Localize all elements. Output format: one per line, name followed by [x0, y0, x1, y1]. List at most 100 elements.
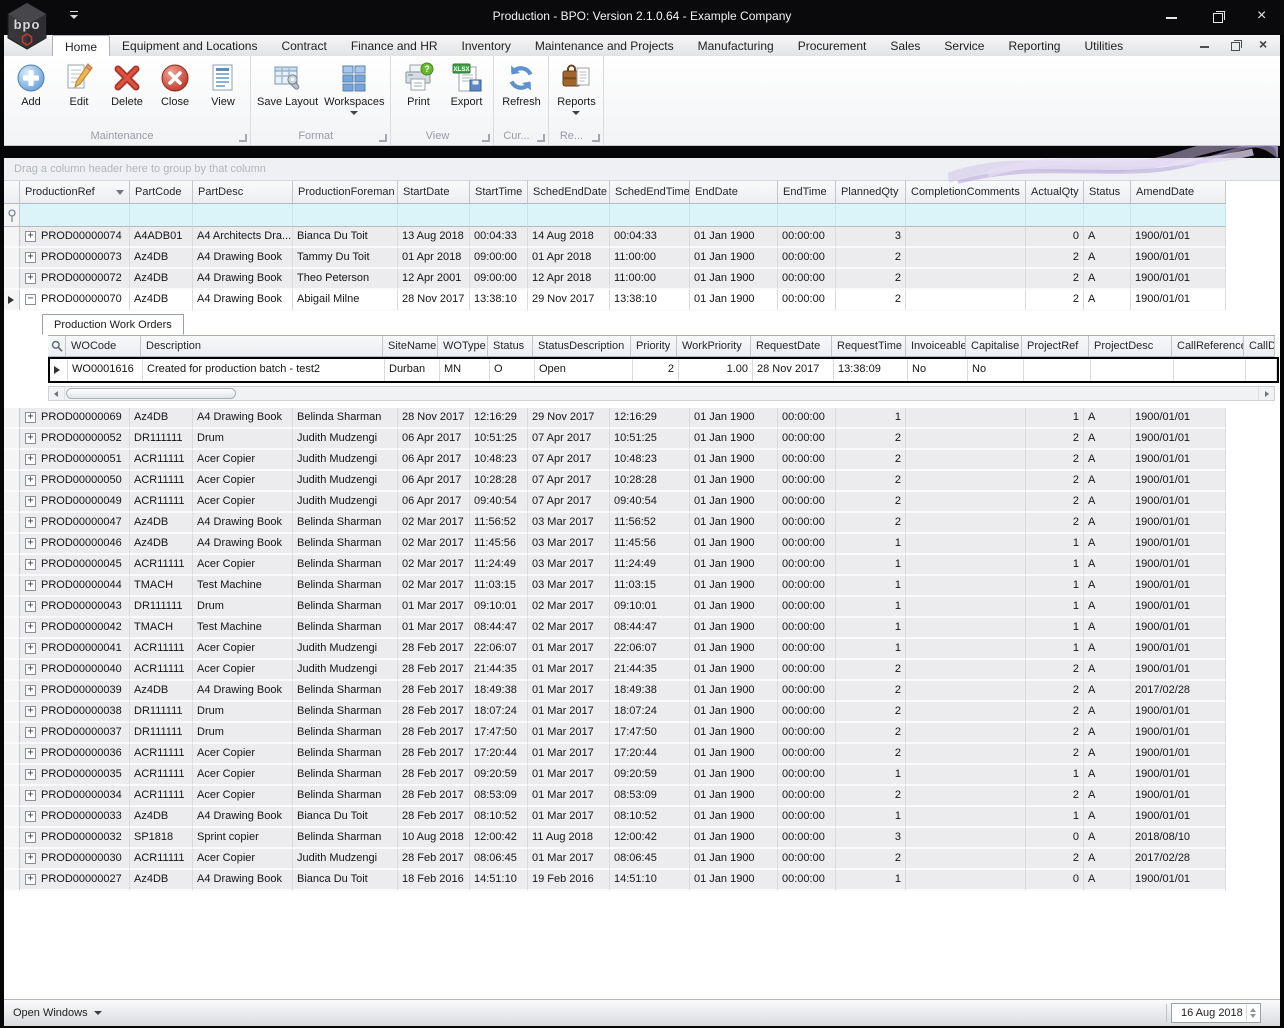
table-row[interactable]: + PROD00000073 Az4DB A4 Drawing Book Tammy D… [4, 248, 1226, 269]
tab-procurement[interactable]: Procurement [786, 35, 879, 56]
column-header-actualqty[interactable]: ActualQty [1026, 181, 1084, 204]
table-row[interactable]: + PROD00000051 ACR11111 Acer Copier Judith M… [4, 450, 1226, 471]
date-spinner-icon[interactable] [1246, 1005, 1259, 1021]
subgrid-column-header-priority[interactable]: Priority [631, 336, 677, 357]
table-row[interactable]: + PROD00000037 DR111111 Drum Belinda Sharman… [4, 723, 1226, 744]
expand-icon[interactable]: + [25, 538, 36, 549]
scroll-left-icon[interactable] [49, 387, 65, 400]
column-header-endtime[interactable]: EndTime [778, 181, 836, 204]
tab-service[interactable]: Service [932, 35, 996, 56]
table-row[interactable]: + PROD00000041 ACR11111 Acer Copier Judith M… [4, 639, 1226, 660]
maximize-button[interactable] [1210, 9, 1226, 25]
filter-cell-productionforeman[interactable] [293, 204, 398, 227]
table-row[interactable]: + PROD00000038 DR111111 Drum Belinda Sharman… [4, 702, 1226, 723]
expand-icon[interactable]: + [25, 643, 36, 654]
group-dialog-launcher-icon[interactable] [537, 134, 546, 142]
column-header-enddate[interactable]: EndDate [690, 181, 778, 204]
table-row[interactable]: + PROD00000040 ACR11111 Acer Copier Judith M… [4, 660, 1226, 681]
subgrid-column-header-capitalise[interactable]: Capitalise [966, 336, 1022, 357]
expand-icon[interactable]: + [25, 853, 36, 864]
table-row[interactable]: + PROD00000052 DR111111 Drum Judith Mudzengi… [4, 429, 1226, 450]
subgrid-column-header-wocode[interactable]: WOCode [66, 336, 141, 357]
ribbon-button-delete[interactable]: Delete [103, 58, 151, 126]
filter-cell-startdate[interactable] [398, 204, 470, 227]
table-row[interactable]: + PROD00000069 Az4DB A4 Drawing Book Belinda… [4, 408, 1226, 429]
table-row[interactable]: + PROD00000047 Az4DB A4 Drawing Book Belinda… [4, 513, 1226, 534]
ribbon-button-workspaces[interactable]: Workspaces [321, 58, 387, 126]
column-header-partdesc[interactable]: PartDesc [193, 181, 293, 204]
subgrid-column-header-statusdescription[interactable]: StatusDescription [533, 336, 631, 357]
subgrid-column-header-sitename[interactable]: SiteName [383, 336, 438, 357]
table-row[interactable]: + PROD00000050 ACR11111 Acer Copier Judith M… [4, 471, 1226, 492]
ribbon-button-close[interactable]: Close [151, 58, 199, 126]
close-button[interactable]: × [1256, 8, 1272, 25]
group-dialog-launcher-icon[interactable] [379, 134, 388, 142]
tab-sales[interactable]: Sales [878, 35, 932, 56]
table-row[interactable]: + PROD00000045 ACR11111 Acer Copier Belinda … [4, 555, 1226, 576]
subgrid-column-header-invoiceable[interactable]: Invoiceable [906, 336, 966, 357]
status-date-picker[interactable]: 16 Aug 2018 [1171, 1003, 1261, 1023]
group-dialog-launcher-icon[interactable] [482, 134, 491, 142]
column-header-schedenddate[interactable]: SchedEndDate [528, 181, 610, 204]
table-row[interactable]: + PROD00000046 Az4DB A4 Drawing Book Belinda… [4, 534, 1226, 555]
filter-cell-actualqty[interactable] [1026, 204, 1084, 227]
ribbon-restore-button[interactable] [1228, 38, 1242, 52]
table-row[interactable]: + PROD00000036 ACR11111 Acer Copier Belinda … [4, 744, 1226, 765]
column-header-completioncomments[interactable]: CompletionComments [906, 181, 1026, 204]
expand-icon[interactable]: + [25, 475, 36, 486]
subgrid-column-header-calld[interactable]: CallD [1244, 336, 1275, 357]
filter-cell-plannedqty[interactable] [836, 204, 906, 227]
expand-icon[interactable]: + [25, 517, 36, 528]
minimize-button[interactable] [1164, 9, 1180, 25]
table-row[interactable]: + PROD00000030 ACR11111 Acer Copier Judith M… [4, 849, 1226, 870]
column-header-partcode[interactable]: PartCode [130, 181, 193, 204]
sort-filter-arrow-icon[interactable] [116, 190, 124, 195]
tab-manufacturing[interactable]: Manufacturing [686, 35, 786, 56]
table-row[interactable]: + PROD00000033 Az4DB A4 Drawing Book Bianca … [4, 807, 1226, 828]
subgrid-column-header-wotype[interactable]: WOType [438, 336, 488, 357]
tab-utilities[interactable]: Utilities [1072, 35, 1135, 56]
scroll-right-icon[interactable] [1258, 387, 1274, 400]
open-windows-button[interactable]: Open Windows [13, 1007, 102, 1019]
filter-cell-endtime[interactable] [778, 204, 836, 227]
group-by-panel[interactable]: Drag a column header here to group by th… [4, 158, 1280, 181]
column-header-productionforeman[interactable]: ProductionForeman [293, 181, 398, 204]
ribbon-button-save-layout[interactable]: Save Layout [254, 58, 321, 126]
subgrid-column-header-status[interactable]: Status [488, 336, 533, 357]
subgrid-column-header-requesttime[interactable]: RequestTime [832, 336, 906, 357]
column-header-amenddate[interactable]: AmendDate [1131, 181, 1226, 204]
ribbon-button-add[interactable]: Add [7, 58, 55, 126]
scroll-thumb[interactable] [66, 388, 236, 399]
expand-icon[interactable]: + [25, 252, 36, 263]
ribbon-button-export[interactable]: XLSX Export [442, 58, 490, 126]
filter-cell-schedendtime[interactable] [610, 204, 690, 227]
table-row[interactable]: + PROD00000049 ACR11111 Acer Copier Judith M… [4, 492, 1226, 513]
filter-cell-completioncomments[interactable] [906, 204, 1026, 227]
column-header-status[interactable]: Status [1084, 181, 1131, 204]
filter-cell-status[interactable] [1084, 204, 1131, 227]
ribbon-button-reports[interactable]: Reports [552, 58, 600, 126]
tab-equipment-and-locations[interactable]: Equipment and Locations [110, 35, 269, 56]
expand-icon[interactable]: + [25, 622, 36, 633]
filter-cell-productionref[interactable] [20, 204, 130, 227]
subgrid-row-selected[interactable]: WO0001616 Created for production batch - … [48, 357, 1279, 383]
expand-icon[interactable]: + [25, 685, 36, 696]
filter-cell-starttime[interactable] [470, 204, 528, 227]
expand-icon[interactable]: + [25, 454, 36, 465]
table-row[interactable]: + PROD00000032 SP1818 Sprint copier Belinda … [4, 828, 1226, 849]
expand-icon[interactable]: + [25, 601, 36, 612]
table-row[interactable]: + PROD00000043 DR111111 Drum Belinda Sharman… [4, 597, 1226, 618]
tab-home[interactable]: Home [52, 35, 111, 56]
subgrid-column-header-callreference[interactable]: CallReference [1172, 336, 1244, 357]
table-row[interactable]: + PROD00000074 A4ADB01 A4 Architects Dra...… [4, 227, 1226, 248]
ribbon-close-button[interactable]: × [1258, 36, 1272, 52]
ribbon-button-refresh[interactable]: Refresh [497, 58, 545, 126]
subgrid-column-header-projectref[interactable]: ProjectRef [1022, 336, 1089, 357]
group-dialog-launcher-icon[interactable] [592, 134, 601, 142]
filter-cell-partcode[interactable] [130, 204, 193, 227]
filter-cell-enddate[interactable] [690, 204, 778, 227]
table-row[interactable]: + PROD00000044 TMACH Test Machine Belinda Sh… [4, 576, 1226, 597]
column-header-productionref[interactable]: ProductionRef [20, 181, 130, 204]
table-row[interactable]: + PROD00000035 ACR11111 Acer Copier Belinda … [4, 765, 1226, 786]
tab-contract[interactable]: Contract [269, 35, 338, 56]
